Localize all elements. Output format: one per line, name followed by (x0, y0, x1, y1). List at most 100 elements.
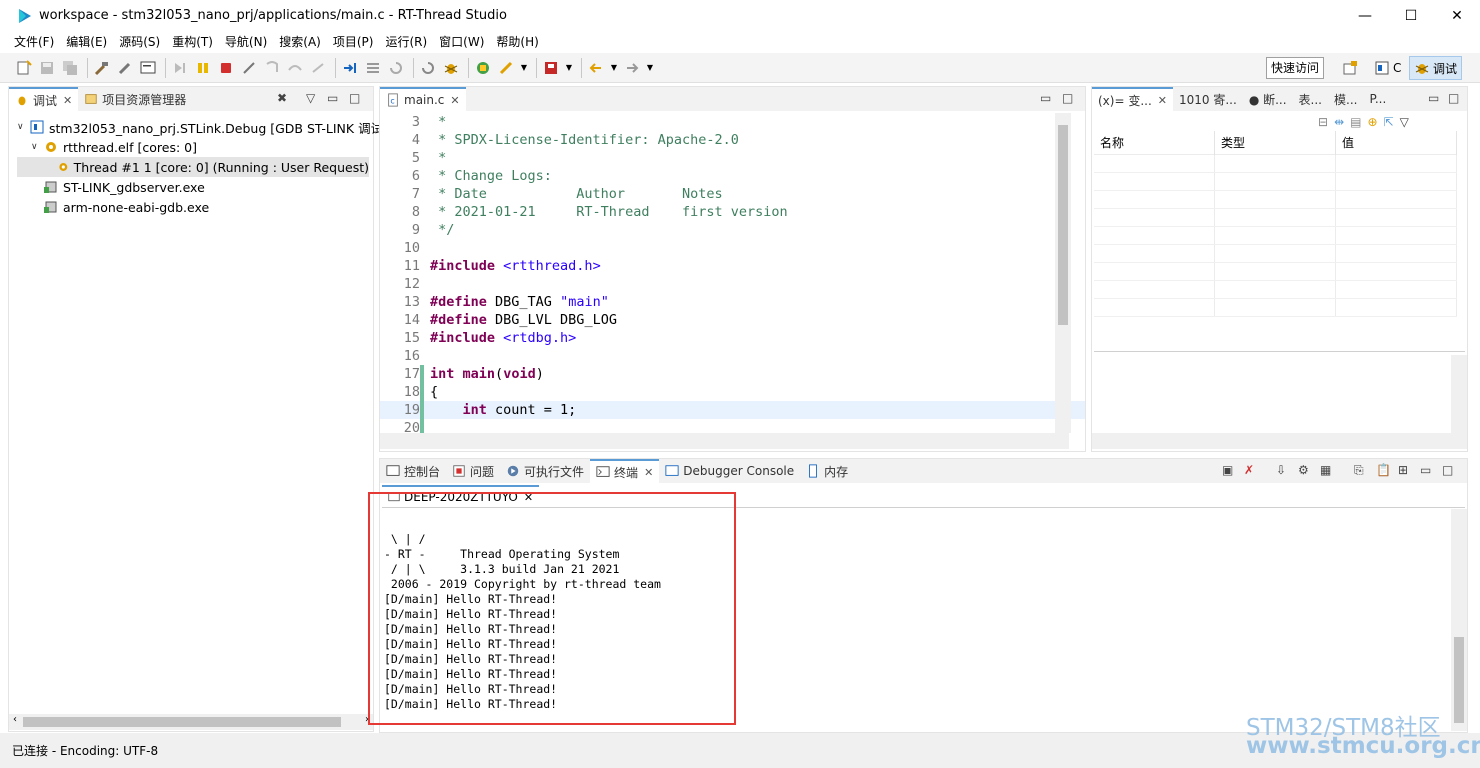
download-icon[interactable] (496, 58, 516, 78)
minimize-view-icon[interactable]: ▭ (1040, 91, 1051, 105)
tab-memory[interactable]: 内存 (800, 459, 854, 483)
menu-navigate[interactable]: 导航(N) (219, 33, 273, 50)
code-line[interactable]: 17 int main(void) (380, 365, 1085, 383)
code-line[interactable]: 19 int count = 1; (380, 401, 1085, 419)
export-icon[interactable]: ⇱ (1384, 115, 1394, 129)
menu-run[interactable]: 运行(R) (379, 33, 433, 50)
code-line[interactable]: 8 * 2021-01-21 RT-Thread first version (380, 203, 1085, 221)
code-line[interactable]: 5 * (380, 149, 1085, 167)
editor-hscrollbar[interactable] (380, 433, 1069, 449)
perspective-debug-button[interactable]: 调试 (1409, 56, 1463, 80)
code-area[interactable]: 3 * 4 * SPDX-License-Identifier: Apache-2… (380, 113, 1085, 437)
tree-gdb[interactable]: arm-none-eabi-gdb.exe (17, 197, 396, 217)
code-line[interactable]: 10 (380, 239, 1085, 257)
code-line[interactable]: 9 */ (380, 221, 1085, 239)
code-line[interactable]: 14 #define DBG_LVL DBG_LOG (380, 311, 1085, 329)
restart-icon[interactable] (418, 58, 438, 78)
disconnect-icon[interactable] (239, 58, 259, 78)
tab-main-c[interactable]: c main.c ✕ (380, 87, 466, 111)
variables-hscrollbar[interactable] (1092, 433, 1467, 449)
maximize-view-icon[interactable]: □ (1442, 463, 1453, 477)
minimize-button[interactable]: — (1342, 0, 1388, 31)
instruction-stepping-icon[interactable] (340, 58, 360, 78)
minimize-view-icon[interactable]: ▭ (1420, 463, 1431, 477)
quick-access-field[interactable]: 快速访问 (1266, 57, 1325, 79)
new-terminal-icon[interactable]: ⊞ (1398, 463, 1408, 477)
dropdown-chevron-icon[interactable]: ▼ (645, 58, 655, 78)
suspend-icon[interactable] (193, 58, 213, 78)
tab-executables[interactable]: 可执行文件 (500, 459, 590, 483)
menu-edit[interactable]: 编辑(E) (60, 33, 113, 50)
save-all-icon[interactable] (60, 58, 80, 78)
collapse-all-icon[interactable]: ⊟ (1318, 115, 1328, 129)
code-line[interactable]: 11 #include <rtthread.h> (380, 257, 1085, 275)
maximize-view-icon[interactable]: □ (1062, 91, 1073, 105)
save-icon[interactable] (37, 58, 57, 78)
settings-icon[interactable]: ⚙ (1298, 463, 1309, 477)
menu-refactor[interactable]: 重构(T) (166, 33, 219, 50)
code-line[interactable]: 6 * Change Logs: (380, 167, 1085, 185)
code-line[interactable]: 16 (380, 347, 1085, 365)
console-toolbar-icon[interactable]: ▣ (1222, 463, 1233, 477)
step-return-icon[interactable] (308, 58, 328, 78)
code-line[interactable]: 15 #include <rtdbg.h> (380, 329, 1085, 347)
tab-variables[interactable]: (x)= 变... ✕ (1092, 87, 1173, 111)
tab-problems[interactable]: 问题 (446, 459, 500, 483)
open-perspective-icon[interactable] (1338, 56, 1362, 80)
skip-breakpoints-icon[interactable] (170, 58, 190, 78)
menu-help[interactable]: 帮助(H) (490, 33, 544, 50)
scroll-thumb[interactable] (1454, 637, 1464, 723)
step-over-icon[interactable] (285, 58, 305, 78)
code-line[interactable]: 18 { (380, 383, 1085, 401)
menu-file[interactable]: 文件(F) (8, 33, 60, 50)
expand-chevron-icon[interactable]: ∨ (17, 122, 29, 132)
close-button[interactable]: ✕ (1434, 0, 1480, 31)
menu-source[interactable]: 源码(S) (113, 33, 166, 50)
code-line[interactable]: 13 #define DBG_TAG "main" (380, 293, 1085, 311)
scroll-thumb[interactable] (23, 717, 341, 727)
tab-terminal[interactable]: 终端 ✕ (590, 459, 660, 483)
tab-expressions[interactable]: 表... (1293, 87, 1328, 111)
menu-window[interactable]: 窗口(W) (433, 33, 490, 50)
back-arrow-icon[interactable] (586, 58, 606, 78)
close-tab-icon[interactable]: ✕ (1158, 94, 1167, 107)
tools-icon[interactable] (115, 58, 135, 78)
debug-bug-icon[interactable] (441, 58, 461, 78)
paste-icon[interactable]: 📋 (1376, 463, 1391, 477)
tab-breakpoints[interactable]: ● 断... (1243, 87, 1293, 111)
tab-console[interactable]: 控制台 (380, 459, 446, 483)
build-icon[interactable] (92, 58, 112, 78)
dropdown-chevron-icon[interactable]: ▼ (519, 58, 529, 78)
maximize-button[interactable]: ☐ (1388, 0, 1434, 31)
flash-download-icon[interactable] (541, 58, 561, 78)
tree-elf[interactable]: ∨ rtthread.elf [cores: 0] (17, 137, 396, 157)
editor-vscrollbar[interactable] (1055, 113, 1071, 433)
tab-project-explorer[interactable]: 项目资源管理器 (78, 87, 192, 111)
tab-peripherals[interactable]: P... (1363, 87, 1392, 111)
tab-registers[interactable]: 1010 寄... (1173, 87, 1243, 111)
scroll-thumb[interactable] (1058, 125, 1068, 325)
tab-modules[interactable]: 模... (1328, 87, 1363, 111)
dropdown-chevron-icon[interactable]: ▼ (564, 58, 574, 78)
close-tab-icon[interactable]: ✕ (450, 94, 459, 107)
disconnect-terminal-icon[interactable]: ✗ (1244, 463, 1254, 477)
maximize-view-icon[interactable]: □ (349, 91, 360, 105)
add-global-icon[interactable]: ⊕ (1367, 115, 1377, 129)
minimize-view-icon[interactable]: ▭ (1428, 91, 1439, 105)
terminal-vscrollbar[interactable] (1451, 509, 1467, 731)
terminal-icon[interactable] (138, 58, 158, 78)
tree-launch[interactable]: ∨ stm32l053_nano_prj.STLink.Debug [GDB S… (17, 117, 396, 137)
scroll-lock-icon[interactable]: ⇩ (1276, 463, 1286, 477)
code-line[interactable]: 3 * (380, 113, 1085, 131)
show-type-icon[interactable]: ⇹ (1334, 115, 1344, 129)
expand-chevron-icon[interactable]: ∨ (31, 142, 43, 152)
tab-debugger-console[interactable]: Debugger Console (659, 459, 800, 483)
select-all-icon[interactable]: ▦ (1320, 463, 1331, 477)
minimize-view-icon[interactable]: ▭ (327, 91, 338, 105)
menu-search[interactable]: 搜索(A) (273, 33, 327, 50)
detail-vscrollbar[interactable] (1451, 355, 1467, 433)
debug-hscrollbar[interactable]: ‹ › (9, 714, 373, 730)
new-file-icon[interactable] (14, 58, 34, 78)
col-name[interactable]: 名称 (1094, 130, 1215, 155)
code-line[interactable]: 7 * Date Author Notes (380, 185, 1085, 203)
